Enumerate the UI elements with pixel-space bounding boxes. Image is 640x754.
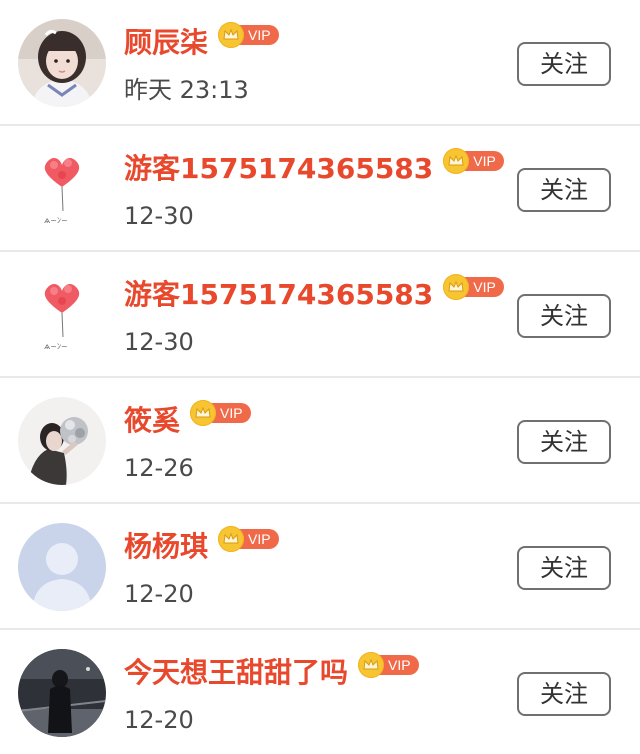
heart-balloon-avatar: ѧ~ﾝ~ — [18, 145, 106, 233]
list-item[interactable]: 杨杨琪 VIP 12-20 关注 — [0, 504, 640, 630]
follow-time: 12-20 — [124, 580, 194, 608]
vip-badge: VIP — [190, 400, 251, 426]
user-name-text[interactable]: 游客1575174365583 — [124, 150, 433, 188]
girl-with-bouquet-avatar — [18, 397, 106, 485]
list-item[interactable]: 筱奚 VIP 12-26 关注 — [0, 378, 640, 504]
vip-badge: VIP — [443, 148, 504, 174]
follow-button[interactable]: 关注 — [517, 42, 611, 86]
svg-text:ѧ~ﾝ~: ѧ~ﾝ~ — [44, 342, 68, 351]
user-name-text[interactable]: 顾辰柒 — [124, 24, 208, 62]
follow-time: 12-30 — [124, 202, 194, 230]
follow-button[interactable]: 关注 — [517, 168, 611, 212]
avatar[interactable] — [18, 649, 106, 737]
follow-time: 12-26 — [124, 454, 194, 482]
default-silhouette-avatar — [18, 523, 106, 611]
vip-badge: VIP — [443, 274, 504, 300]
dark-street-photo-avatar — [18, 649, 106, 737]
follow-button[interactable]: 关注 — [517, 294, 611, 338]
avatar[interactable]: ѧ~ﾝ~ — [18, 145, 106, 233]
follow-button[interactable]: 关注 — [517, 420, 611, 464]
follower-list: 顾辰柒 VIP 昨天 23:13 关注 ѧ~ﾝ~ 游客1575174365583… — [0, 0, 640, 754]
user-name[interactable]: 今天想王甜甜了吗 VIP — [124, 652, 419, 692]
follow-button[interactable]: 关注 — [517, 672, 611, 716]
crown-icon — [358, 652, 385, 678]
avatar[interactable]: ѧ~ﾝ~ — [18, 271, 106, 359]
vip-badge: VIP — [218, 526, 279, 552]
svg-text:ѧ~ﾝ~: ѧ~ﾝ~ — [44, 216, 68, 225]
vip-badge: VIP — [358, 652, 419, 678]
crown-icon — [190, 400, 217, 426]
avatar[interactable] — [18, 19, 106, 107]
crown-icon — [218, 22, 245, 48]
user-name[interactable]: 杨杨琪 VIP — [124, 526, 279, 566]
list-item[interactable]: 顾辰柒 VIP 昨天 23:13 关注 — [0, 0, 640, 126]
user-name[interactable]: 顾辰柒 VIP — [124, 22, 279, 62]
user-name[interactable]: 游客1575174365583 VIP — [124, 274, 504, 314]
follow-time: 12-20 — [124, 706, 194, 734]
heart-balloon-avatar: ѧ~ﾝ~ — [18, 271, 106, 359]
user-name-text[interactable]: 今天想王甜甜了吗 — [124, 654, 348, 692]
follow-button[interactable]: 关注 — [517, 546, 611, 590]
user-name-text[interactable]: 游客1575174365583 — [124, 276, 433, 314]
vip-badge: VIP — [218, 22, 279, 48]
avatar[interactable] — [18, 523, 106, 611]
user-name[interactable]: 游客1575174365583 VIP — [124, 148, 504, 188]
follow-time: 昨天 23:13 — [124, 76, 249, 104]
follow-time: 12-30 — [124, 328, 194, 356]
list-item[interactable]: ѧ~ﾝ~ 游客1575174365583 VIP 12-30 关注 — [0, 252, 640, 378]
user-name[interactable]: 筱奚 VIP — [124, 400, 251, 440]
user-name-text[interactable]: 杨杨琪 — [124, 528, 208, 566]
user-name-text[interactable]: 筱奚 — [124, 402, 180, 440]
list-item[interactable]: ѧ~ﾝ~ 游客1575174365583 VIP 12-30 关注 — [0, 126, 640, 252]
avatar[interactable] — [18, 397, 106, 485]
crown-icon — [218, 526, 245, 552]
girl-portrait-avatar — [18, 19, 106, 107]
list-item[interactable]: 今天想王甜甜了吗 VIP 12-20 关注 — [0, 630, 640, 754]
